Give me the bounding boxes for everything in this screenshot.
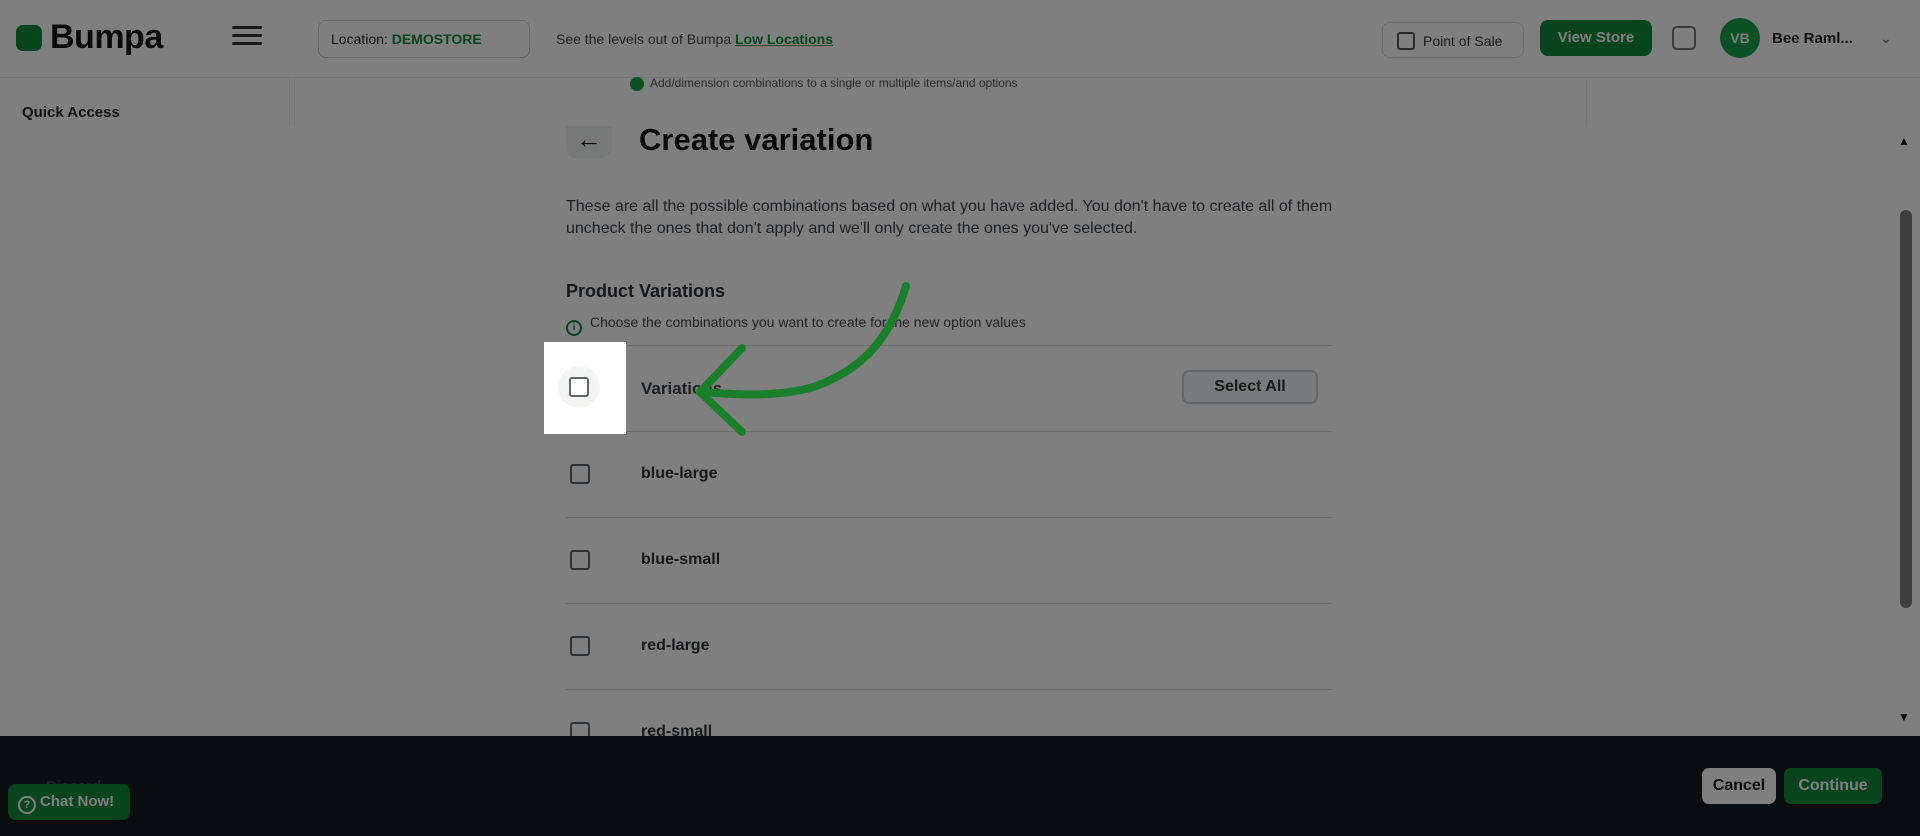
guide-arrow-icon [696,282,910,436]
